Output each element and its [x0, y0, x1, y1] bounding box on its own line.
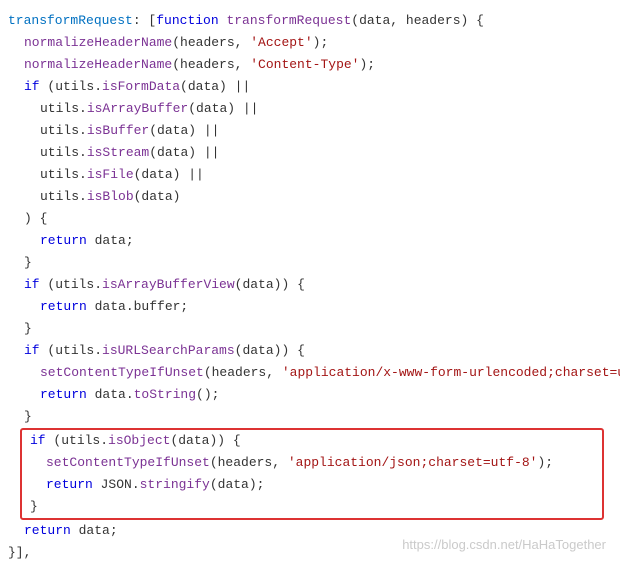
- code-line-23: }: [26, 496, 598, 518]
- code-line-25: }],: [8, 542, 612, 564]
- code-line-6: utils.isBuffer(data) ||: [8, 120, 612, 142]
- code-line-13: if (utils.isArrayBufferView(data)) {: [8, 274, 612, 296]
- code-line-7: utils.isStream(data) ||: [8, 142, 612, 164]
- code-line-5: utils.isArrayBuffer(data) ||: [8, 98, 612, 120]
- code-line-17: setContentTypeIfUnset(headers, 'applicat…: [8, 362, 612, 384]
- code-line-10: ) {: [8, 208, 612, 230]
- code-line-4: if (utils.isFormData(data) ||: [8, 76, 612, 98]
- code-line-16: if (utils.isURLSearchParams(data)) {: [8, 340, 612, 362]
- code-block: transformRequest: [function transformReq…: [8, 10, 612, 564]
- code-line-18: return data.toString();: [8, 384, 612, 406]
- code-line-15: }: [8, 318, 612, 340]
- code-line-1: transformRequest: [function transformReq…: [8, 10, 612, 32]
- code-line-2: normalizeHeaderName(headers, 'Accept');: [8, 32, 612, 54]
- code-line-9: utils.isBlob(data): [8, 186, 612, 208]
- code-line-22: return JSON.stringify(data);: [26, 474, 598, 496]
- code-line-19: }: [8, 406, 612, 428]
- code-line-24: return data;: [8, 520, 612, 542]
- code-line-20: if (utils.isObject(data)) {: [26, 430, 598, 452]
- code-line-21: setContentTypeIfUnset(headers, 'applicat…: [26, 452, 598, 474]
- code-line-14: return data.buffer;: [8, 296, 612, 318]
- code-line-11: return data;: [8, 230, 612, 252]
- highlighted-code-box: if (utils.isObject(data)) { setContentTy…: [20, 428, 604, 520]
- code-line-12: }: [8, 252, 612, 274]
- code-line-3: normalizeHeaderName(headers, 'Content-Ty…: [8, 54, 612, 76]
- code-line-8: utils.isFile(data) ||: [8, 164, 612, 186]
